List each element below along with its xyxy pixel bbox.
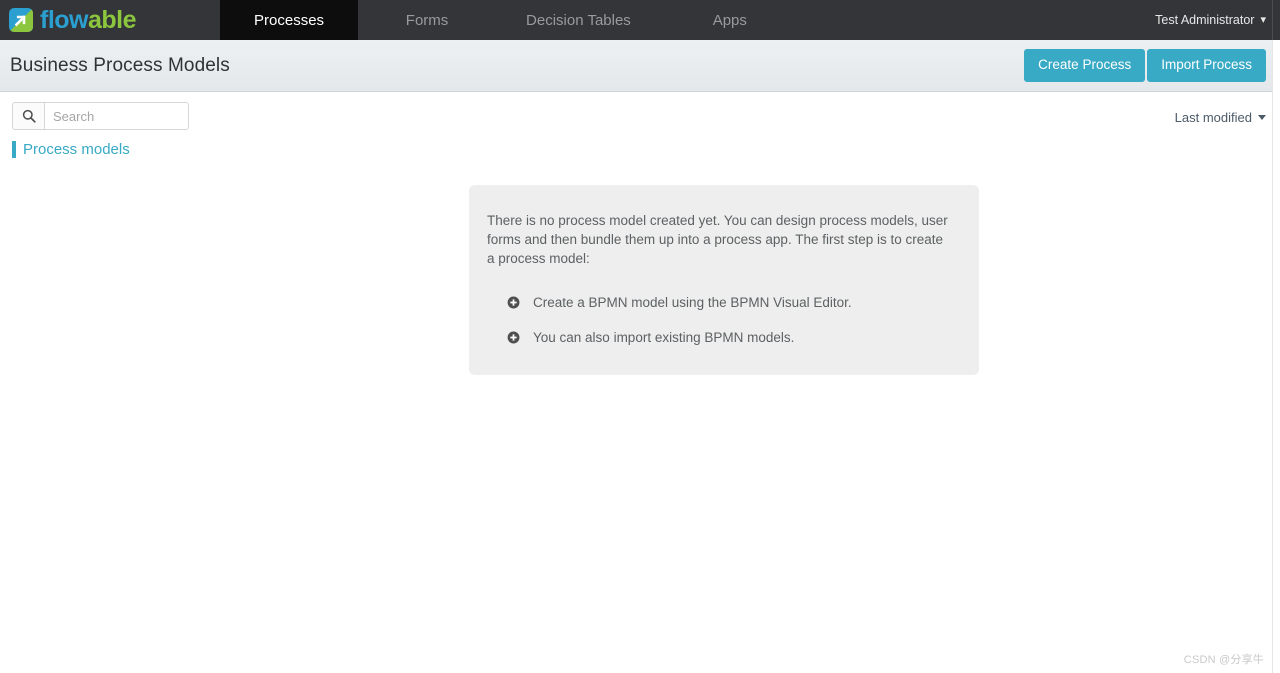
search-icon[interactable] — [12, 102, 44, 130]
brand-text-flow: flow — [40, 5, 89, 34]
empty-state-panel: There is no process model created yet. Y… — [469, 185, 979, 375]
watermark: CSDN @分享牛 — [1183, 654, 1264, 666]
tab-processes-label: Processes — [254, 11, 325, 29]
tab-decision-tables[interactable]: Decision Tables — [496, 0, 661, 40]
chevron-down-icon: ▾ — [1260, 13, 1266, 26]
tab-forms[interactable]: Forms — [358, 0, 496, 40]
app-root: flow able Processes Forms Decision Tables… — [0, 0, 1280, 673]
empty-state-list: Create a BPMN model using the BPMN Visua… — [487, 294, 949, 347]
navbar-right: Test Administrator ▾ — [1155, 0, 1280, 40]
sort-dropdown[interactable]: Last modified — [1175, 108, 1266, 125]
window-right-edge — [1272, 0, 1280, 673]
subheader-actions: Create Process Import Process — [1024, 49, 1266, 82]
arrow-up-right-icon — [14, 15, 26, 27]
toolbar: Last modified — [0, 92, 1280, 140]
main-nav-tabs: Processes Forms Decision Tables Apps — [220, 0, 799, 48]
list-item[interactable]: Create a BPMN model using the BPMN Visua… — [487, 294, 949, 312]
page-subheader: Business Process Models Create Process I… — [0, 40, 1280, 92]
sidebar-item-process-models[interactable]: Process models — [12, 141, 130, 158]
list-item[interactable]: You can also import existing BPMN models… — [487, 329, 949, 347]
search-input[interactable] — [44, 102, 189, 130]
empty-state-paragraph: There is no process model created yet. Y… — [487, 213, 948, 266]
brand-text-able: able — [88, 5, 137, 34]
page-title: Business Process Models — [10, 54, 230, 76]
tab-apps[interactable]: Apps — [661, 0, 799, 40]
plus-circle-icon — [507, 296, 520, 309]
tab-decision-tables-label: Decision Tables — [526, 11, 631, 29]
sort-dropdown-label: Last modified — [1174, 109, 1252, 125]
import-process-button[interactable]: Import Process — [1147, 49, 1266, 82]
section-link-label: Process models — [23, 141, 130, 158]
tab-forms-label: Forms — [405, 11, 449, 29]
create-process-button[interactable]: Create Process — [1024, 49, 1146, 82]
caret-down-icon — [1258, 114, 1266, 120]
flowable-logo-icon — [9, 8, 33, 32]
search-group — [12, 102, 189, 130]
brand-logo[interactable]: flow able — [0, 0, 150, 40]
section-accent-bar — [12, 141, 16, 158]
section-link-row: Process models — [0, 141, 1280, 163]
window-right-edge-top — [1272, 0, 1280, 40]
list-item-label: Create a BPMN model using the BPMN Visua… — [533, 295, 852, 310]
search-glyph-icon — [22, 109, 36, 123]
tab-apps-label: Apps — [712, 11, 747, 29]
user-menu[interactable]: Test Administrator ▾ — [1155, 13, 1266, 27]
top-navbar: flow able Processes Forms Decision Tables… — [0, 0, 1280, 48]
user-menu-label: Test Administrator — [1155, 13, 1255, 27]
list-item-label: You can also import existing BPMN models… — [533, 330, 795, 345]
plus-circle-icon — [507, 331, 520, 344]
tab-processes[interactable]: Processes — [220, 0, 359, 48]
brand-wordmark: flow able — [40, 5, 137, 34]
